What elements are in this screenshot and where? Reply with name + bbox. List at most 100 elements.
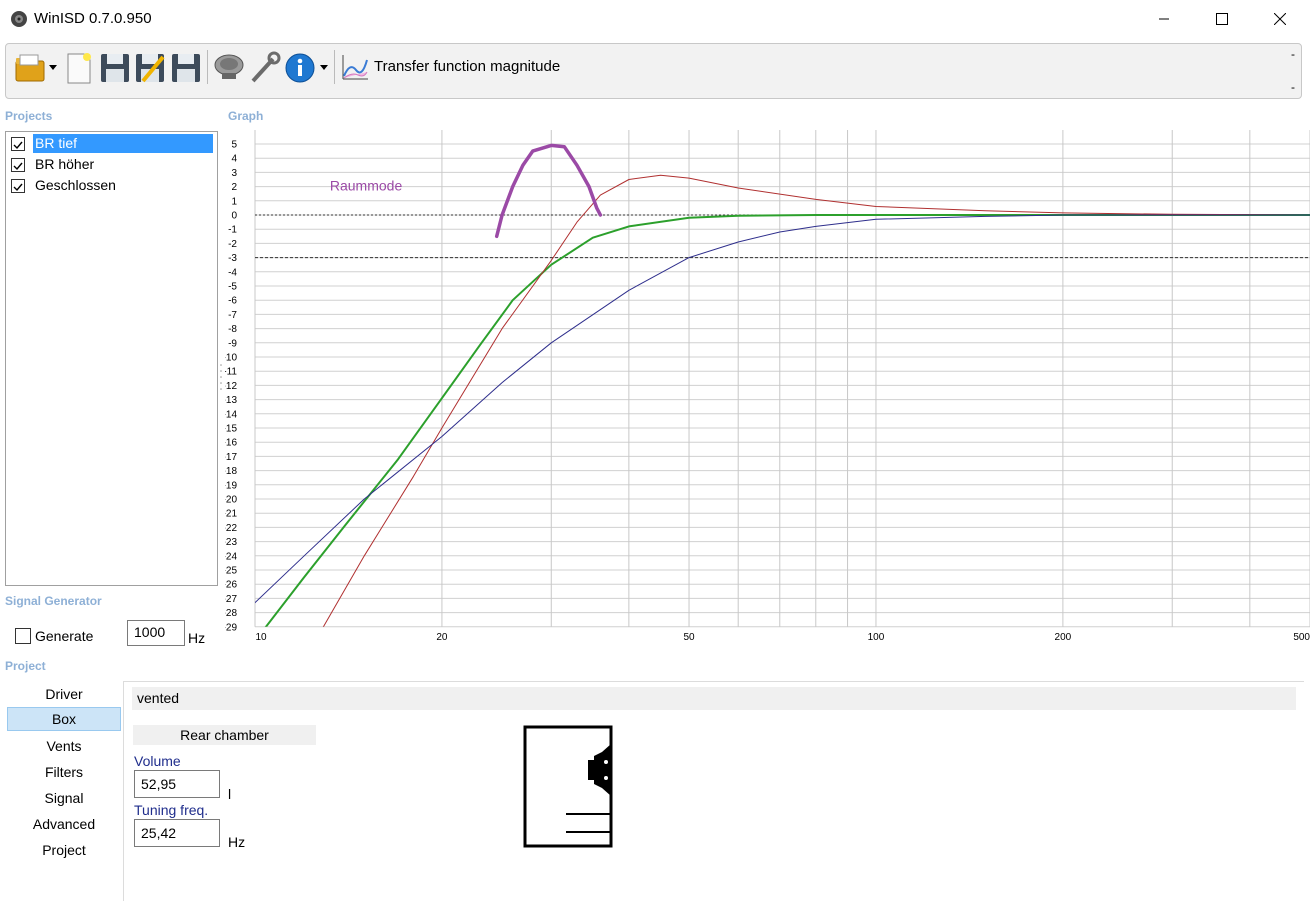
signal-generator-label: Signal Generator: [5, 594, 102, 608]
response-curve: [255, 214, 1310, 604]
response-curve: [322, 174, 1310, 627]
x-tick-label: 100: [868, 632, 885, 643]
tab-filters[interactable]: Filters: [7, 760, 121, 784]
box-type-selector[interactable]: vented: [132, 687, 1296, 710]
driver-icon[interactable]: [212, 51, 246, 85]
graph-type-label[interactable]: Transfer function magnitude: [374, 58, 560, 75]
transfer-function-chart[interactable]: 543210-1-2-3-4-5-6-7-8-9-10-11-12-13-14-…: [225, 125, 1310, 660]
project-label: BR tief: [33, 134, 213, 153]
y-tick-label: -21: [225, 509, 237, 520]
tuning-freq-input[interactable]: 25,42: [134, 819, 220, 847]
y-tick-label: 0: [231, 211, 237, 222]
project-checkbox[interactable]: [11, 179, 25, 193]
tab-project[interactable]: Project: [7, 838, 121, 862]
project-label: Geschlossen: [35, 177, 116, 193]
y-tick-label: -7: [228, 310, 237, 321]
tab-box[interactable]: Box: [7, 707, 121, 731]
y-tick-label: -1: [228, 225, 237, 236]
close-icon: [1274, 13, 1286, 25]
tuning-freq-unit: Hz: [228, 834, 246, 850]
project-label: BR höher: [35, 156, 95, 172]
toolbar-marker: -: [1291, 47, 1295, 61]
project-label: Project: [5, 659, 46, 673]
y-tick-label: -27: [225, 594, 237, 605]
dropdown-arrow-icon[interactable]: [319, 64, 329, 72]
y-tick-label: 3: [231, 168, 237, 179]
y-tick-label: -6: [228, 296, 237, 307]
x-tick-label: 10: [255, 632, 267, 643]
raummode-mark: [494, 143, 603, 239]
y-tick-label: -13: [225, 395, 237, 406]
volume-unit: l: [228, 786, 232, 802]
new-document-icon[interactable]: [62, 51, 96, 85]
y-tick-label: -11: [225, 367, 237, 378]
y-tick-label: 4: [231, 154, 237, 165]
project-checkbox[interactable]: [11, 137, 25, 151]
y-tick-label: -17: [225, 452, 237, 463]
y-tick-label: -5: [228, 282, 237, 293]
graph-type-icon[interactable]: [340, 52, 370, 82]
y-tick-label: -22: [225, 523, 237, 534]
x-tick-label: 500: [1293, 632, 1310, 643]
y-tick-label: -23: [225, 537, 237, 548]
maximize-icon: [1216, 13, 1228, 25]
y-tick-label: -2: [228, 239, 237, 250]
generate-checkbox[interactable]: [15, 628, 31, 644]
y-tick-label: -4: [228, 267, 237, 278]
projects-list: BR tief BR höher Geschlossen: [5, 131, 218, 586]
project-item[interactable]: BR tief: [6, 133, 217, 154]
save-all-icon[interactable]: [169, 51, 203, 85]
volume-label: Volume: [134, 753, 181, 769]
y-tick-label: -26: [225, 580, 237, 591]
tab-advanced[interactable]: Advanced: [7, 812, 121, 836]
minimize-icon: [1159, 18, 1169, 20]
maximize-button[interactable]: [1193, 0, 1251, 38]
volume-input[interactable]: 52,95: [134, 770, 220, 798]
generate-label: Generate: [35, 628, 94, 644]
x-tick-label: 20: [436, 632, 448, 643]
tools-wrench-icon[interactable]: [247, 51, 281, 85]
project-item[interactable]: Geschlossen: [6, 175, 217, 196]
checkmark-icon: [13, 162, 23, 171]
project-item[interactable]: BR höher: [6, 154, 217, 175]
tab-vents[interactable]: Vents: [7, 734, 121, 758]
title-bar: WinISD 0.7.0.950: [0, 0, 1310, 40]
project-checkbox[interactable]: [11, 158, 25, 172]
checkmark-icon: [13, 183, 23, 192]
checkmark-icon: [13, 141, 23, 150]
raummode-annotation: Raummode: [330, 178, 403, 194]
info-icon[interactable]: [283, 51, 317, 85]
toolbar-separator: [207, 50, 208, 84]
frequency-input[interactable]: 1000: [127, 620, 185, 646]
frequency-unit: Hz: [188, 630, 206, 646]
toolbar: Transfer function magnitude - -: [5, 43, 1302, 99]
y-tick-label: -8: [228, 324, 237, 335]
toolbar-marker: -: [1291, 80, 1295, 94]
y-tick-label: -10: [225, 353, 237, 364]
y-tick-label: -24: [225, 551, 237, 562]
minimize-button[interactable]: [1135, 0, 1193, 38]
tab-driver[interactable]: Driver: [7, 682, 121, 706]
y-tick-label: -25: [225, 566, 237, 577]
y-tick-label: -15: [225, 424, 237, 435]
x-tick-label: 50: [683, 632, 695, 643]
y-tick-label: -14: [225, 409, 237, 420]
open-folder-icon[interactable]: [14, 51, 48, 85]
dropdown-arrow-icon[interactable]: [48, 64, 58, 72]
y-tick-label: -19: [225, 480, 237, 491]
graph-label: Graph: [228, 109, 264, 123]
toolbar-separator: [334, 50, 335, 84]
app-speaker-icon: [11, 11, 27, 27]
tab-signal[interactable]: Signal: [7, 786, 121, 810]
y-tick-label: -20: [225, 495, 237, 506]
y-tick-label: -9: [228, 338, 237, 349]
close-button[interactable]: [1251, 0, 1309, 38]
window-title: WinISD 0.7.0.950: [34, 10, 152, 27]
y-tick-label: 1: [231, 196, 237, 207]
y-tick-label: -3: [228, 253, 237, 264]
box-panel: [123, 681, 1304, 901]
x-tick-label: 200: [1055, 632, 1072, 643]
save-as-icon[interactable]: [133, 51, 167, 85]
y-tick-label: 2: [231, 182, 237, 193]
save-icon[interactable]: [98, 51, 132, 85]
